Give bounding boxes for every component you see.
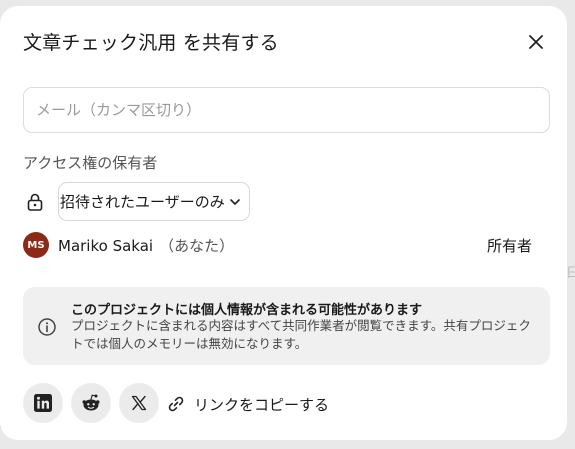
access-selected-value: 招待されたユーザーのみ bbox=[60, 193, 225, 211]
owner-role: 所有者 bbox=[487, 237, 533, 255]
notice-body: プロジェクトに含まれる内容はすべて共同作業者が閲覧できます。共有プロジェクトでは… bbox=[71, 318, 531, 351]
linkedin-icon bbox=[34, 394, 52, 412]
notice-title: このプロジェクトには個人情報が含まれる可能性があります bbox=[71, 303, 423, 318]
avatar: MS bbox=[23, 232, 49, 258]
link-icon bbox=[168, 396, 184, 412]
owner-row: Mariko Sakai （あなた） bbox=[58, 235, 234, 256]
chevron-down-icon bbox=[230, 198, 240, 205]
dialog-title: 文章チェック汎用 を共有する bbox=[23, 32, 279, 54]
linkedin-share-button[interactable] bbox=[23, 383, 63, 423]
owner-you-label: （あなた） bbox=[159, 237, 235, 255]
close-icon bbox=[529, 35, 543, 49]
access-dropdown[interactable]: 招待されたユーザーのみ bbox=[58, 182, 250, 221]
access-label: アクセス権の保有者 bbox=[23, 154, 158, 172]
info-icon bbox=[38, 318, 56, 336]
privacy-notice: このプロジェクトには個人情報が含まれる可能性があります プロジェクトに含まれる内… bbox=[23, 287, 550, 365]
background-text: 日 bbox=[566, 266, 575, 281]
reddit-icon bbox=[82, 394, 100, 411]
lock-icon bbox=[27, 193, 43, 211]
x-icon bbox=[131, 395, 147, 411]
copy-link-label: リンクをコピーする bbox=[194, 395, 330, 414]
owner-name: Mariko Sakai bbox=[58, 237, 154, 255]
x-share-button[interactable] bbox=[119, 383, 159, 423]
reddit-share-button[interactable] bbox=[71, 383, 111, 423]
close-button[interactable] bbox=[522, 28, 550, 56]
email-input[interactable] bbox=[23, 87, 550, 133]
share-dialog: 文章チェック汎用 を共有する アクセス権の保有者 招待されたユーザーのみ MS … bbox=[0, 6, 567, 440]
copy-link-button[interactable]: リンクをコピーする bbox=[166, 390, 329, 418]
